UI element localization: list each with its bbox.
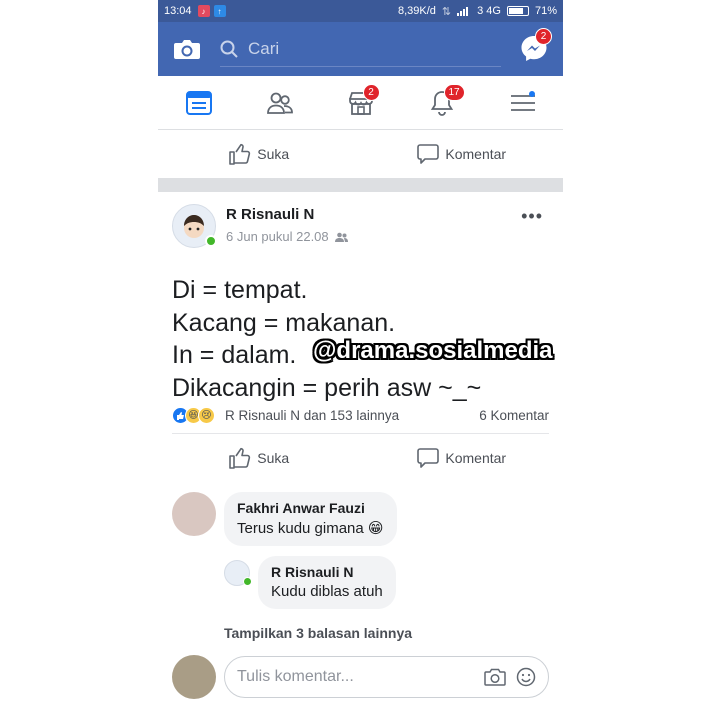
battery-icon [506,6,529,16]
nav-bar: 2 17 [158,76,563,130]
comment-placeholder: Tulis komentar... [237,668,354,685]
comment-button[interactable]: Komentar [361,143,564,165]
show-more-replies-link[interactable]: Tampilkan 3 balasan lainnya [158,625,563,641]
more-options-icon: ••• [521,206,543,226]
reply-item: R Risnauli N Kudu diblas atuh [210,556,563,609]
comment-label: Komentar [445,450,507,466]
emoji-button[interactable] [516,667,536,687]
news-feed-icon [185,90,212,115]
post-text: Di = tempat. Kacang = makanan. In = dala… [158,248,563,402]
post-timestamp[interactable]: 6 Jun pukul 22.08 [226,229,348,244]
tiktok-notification-icon: ♪ [197,5,210,17]
comment-bubble-icon [417,448,440,468]
watermark-text: @drama.sosialmedia [313,337,553,364]
online-indicator [205,235,217,247]
post-like-button[interactable]: Suka [158,447,361,469]
smiley-icon [516,667,536,687]
attach-photo-button[interactable] [484,668,506,686]
reply-bubble[interactable]: R Risnauli N Kudu diblas atuh [258,556,396,609]
tab-news-feed[interactable] [179,83,219,123]
post-options-button[interactable]: ••• [521,206,543,227]
cartoon-avatar-icon [184,215,204,238]
post-comment-button[interactable]: Komentar [361,447,564,469]
current-user-avatar [172,655,216,699]
tab-menu[interactable] [503,83,543,123]
like-button[interactable]: Suka [158,143,361,165]
commenter-name[interactable]: Fakhri Anwar Fauzi [237,500,384,516]
hamburger-menu-icon [510,90,535,111]
post-line: Di = tempat. [172,276,308,304]
feed-divider [158,178,563,192]
search-icon [220,40,238,58]
post-author-name[interactable]: R Risnauli N [226,206,348,223]
camera-icon [174,40,200,59]
friends-icon [266,92,293,114]
sad-reaction-icon: 😢 [198,407,215,424]
post-line: Dikacangin = perih asw ~_~ [172,373,482,402]
status-bar: 13:04 ♪ ↑ 8,39K/d ⇅ 3 4G 71% [158,0,563,22]
online-indicator [243,577,252,586]
reply-author-avatar[interactable] [224,560,252,586]
marketplace-badge: 2 [362,83,380,101]
friends-audience-icon [334,232,348,242]
search-bar[interactable]: Cari [220,31,501,67]
reply-author-name[interactable]: R Risnauli N [271,564,383,580]
top-bar: Cari 2 [158,22,563,76]
post-header: R Risnauli N 6 Jun pukul 22.08 ••• [158,192,563,248]
thumbs-up-icon [229,143,251,165]
data-arrows-icon: ⇅ [441,5,452,18]
reactions-text: R Risnauli N dan 153 lainnya [225,408,400,423]
messenger-badge: 2 [535,28,552,45]
comment-composer: Tulis komentar... [158,655,563,699]
status-time: 13:04 [164,5,192,17]
camera-icon [484,668,506,686]
camera-button[interactable] [172,34,202,64]
comment-input[interactable]: Tulis komentar... [224,656,549,698]
comment-text: Terus kudu gimana 😁 [237,520,384,537]
comment-item: Fakhri Anwar Fauzi Terus kudu gimana 😁 [158,492,563,546]
comment-bubble[interactable]: Fakhri Anwar Fauzi Terus kudu gimana 😁 [224,492,397,546]
reply-text: Kudu diblas atuh [271,583,383,600]
thumbs-up-icon [229,447,251,469]
post-time-text: 6 Jun pukul 22.08 [226,229,329,244]
tab-notifications[interactable]: 17 [422,83,465,123]
reaction-icons: 😆 😢 [172,407,215,424]
previous-post-actions: Suka Komentar [158,130,563,178]
notifications-badge: 17 [443,83,465,101]
network-speed: 8,39K/d [397,5,436,17]
tab-marketplace[interactable]: 2 [341,83,381,123]
search-placeholder: Cari [248,38,280,58]
comments-count[interactable]: 6 Komentar [479,408,549,423]
commenter-avatar[interactable] [172,492,216,536]
author-avatar[interactable] [172,204,217,248]
comment-bubble-icon [417,144,440,164]
phone-screen: 13:04 ♪ ↑ 8,39K/d ⇅ 3 4G 71% Cari 2 2 17… [158,0,563,720]
battery-percent: 71% [534,5,557,17]
messenger-button[interactable]: 2 [519,28,552,64]
tab-friends[interactable] [260,83,300,123]
like-label: Suka [257,146,290,162]
signal-icon [457,7,469,16]
upload-notification-icon: ↑ [213,5,226,17]
like-label: Suka [257,450,290,466]
comment-label: Komentar [445,146,507,162]
post-actions: Suka Komentar [158,434,563,482]
network-type: 3 4G [477,5,501,17]
